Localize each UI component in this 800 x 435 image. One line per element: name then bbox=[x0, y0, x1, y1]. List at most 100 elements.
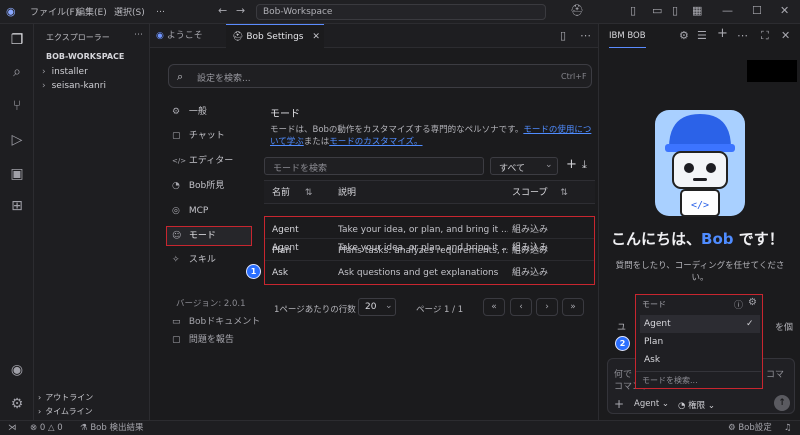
mode-selector-button[interactable]: Agent ⌄ bbox=[634, 399, 669, 409]
new-chat-icon[interactable]: + bbox=[717, 27, 728, 40]
workspace-root[interactable]: BOB-WORKSPACE bbox=[46, 52, 124, 61]
account-icon[interactable]: ◉ bbox=[7, 360, 27, 380]
bob-results-label: Bob 検出結果 bbox=[90, 423, 144, 433]
explorer-icon[interactable]: ❐ bbox=[7, 30, 27, 50]
maximize-icon[interactable]: ☐ bbox=[752, 5, 762, 17]
chevron-down-icon: ⌄ bbox=[385, 301, 393, 311]
source-control-icon[interactable]: ⑂ bbox=[7, 96, 27, 116]
tree-item-installer[interactable]: › installer bbox=[42, 67, 88, 77]
col-scope-header[interactable]: スコープ ⇅ bbox=[512, 181, 568, 205]
settings-search-shortcut: Ctrl+F bbox=[561, 72, 587, 81]
report-issue-link[interactable]: ▢ 問題を報告 bbox=[172, 330, 234, 350]
next-page-button[interactable]: › bbox=[536, 298, 558, 316]
close-panel-icon[interactable]: ✕ bbox=[781, 30, 790, 42]
settings-gear-icon[interactable]: ⚙ bbox=[679, 30, 689, 42]
tab-bob-settings[interactable]: ⛑ Bob Settings ✕ bbox=[226, 24, 324, 48]
layout-panel-icon[interactable]: ▭ bbox=[652, 5, 662, 17]
split-editor-icon[interactable]: ▯ bbox=[560, 30, 566, 42]
permissions-button[interactable]: ◔ 権限 ⌄ bbox=[678, 399, 715, 411]
tab-welcome[interactable]: ◉ ようこそ bbox=[150, 24, 224, 48]
layout-secondary-icon[interactable]: ▯ bbox=[672, 5, 678, 17]
add-context-icon[interactable]: + bbox=[614, 398, 624, 410]
nav-chat[interactable]: ▢ チャット bbox=[172, 126, 225, 146]
mode-usage-link[interactable]: モードの使用につ bbox=[523, 125, 591, 135]
dropdown-item-label: Plan bbox=[644, 337, 664, 347]
run-debug-icon[interactable]: ▷ bbox=[7, 130, 27, 150]
forward-arrow-icon[interactable]: → bbox=[236, 5, 245, 17]
timeline-section[interactable]: › タイムライン bbox=[38, 406, 93, 417]
nav-skills[interactable]: ✧ スキル bbox=[172, 250, 216, 270]
notifications-icon[interactable]: ♫ bbox=[784, 421, 792, 435]
outline-section[interactable]: › アウトライン bbox=[38, 392, 93, 403]
minimize-icon[interactable]: — bbox=[722, 5, 733, 17]
mode-customize-link[interactable]: モードのカスタマイズ。 bbox=[329, 137, 422, 147]
table-rows-highlight bbox=[264, 216, 595, 285]
settings-search-box[interactable]: ⌕ 設定を検索... Ctrl+F bbox=[168, 64, 592, 88]
mode-dropdown: モード ⓘ ⚙ Agent ✓ Plan Ask モードを検索... bbox=[635, 294, 763, 389]
dropdown-search[interactable]: モードを検索... bbox=[636, 371, 761, 387]
mode-usage-link-cont[interactable]: いて学ぶ bbox=[270, 137, 304, 147]
bob-icon[interactable]: ⛑ bbox=[570, 5, 584, 17]
docs-link[interactable]: ▭ Bobドキュメント bbox=[172, 312, 260, 332]
more-icon[interactable]: ⋯ bbox=[737, 30, 748, 42]
last-page-button[interactable]: » bbox=[562, 298, 584, 316]
menu-file[interactable]: ファイル(F) bbox=[30, 5, 78, 18]
col-name-header[interactable]: 名前 ⇅ bbox=[272, 181, 312, 205]
chevron-down-icon: ⌄ bbox=[545, 160, 553, 170]
bob-results-item[interactable]: ⚗ Bob 検出結果 bbox=[80, 421, 143, 435]
mode-desc-text: モードは、Bobの動作をカスタマイズする専門的なペルソナです。 bbox=[270, 125, 524, 135]
nav-label: チャット bbox=[188, 131, 225, 141]
import-mode-icon[interactable]: ⤓ bbox=[582, 159, 587, 171]
rows-per-page-select[interactable]: 20 ⌄ bbox=[358, 298, 396, 316]
dropdown-item-agent[interactable]: Agent ✓ bbox=[640, 315, 760, 333]
bob-settings-item[interactable]: ⚙ Bob設定 bbox=[728, 421, 772, 435]
search-icon[interactable]: ⌕ bbox=[7, 62, 27, 82]
bob-tab[interactable]: IBM BOB bbox=[609, 24, 646, 48]
mode-search-input[interactable]: モードを検索 bbox=[264, 157, 484, 175]
dropdown-item-plan[interactable]: Plan bbox=[640, 333, 760, 351]
nav-general[interactable]: ⚙ 一般 bbox=[172, 102, 207, 122]
explorer-more-icon[interactable]: ⋯ bbox=[134, 30, 143, 40]
more-actions-icon[interactable]: ⋯ bbox=[580, 30, 591, 42]
layout-sidebar-icon[interactable]: ▯ bbox=[630, 5, 636, 17]
sort-icon: ⇅ bbox=[304, 188, 313, 198]
back-arrow-icon[interactable]: ← bbox=[218, 5, 227, 17]
info-icon[interactable]: ⓘ bbox=[734, 298, 743, 311]
menu-more[interactable]: … bbox=[156, 5, 165, 15]
svg-text:</>: </> bbox=[691, 200, 709, 211]
prev-page-button[interactable]: ‹ bbox=[510, 298, 532, 316]
first-page-button[interactable]: « bbox=[483, 298, 505, 316]
mode-filter-select[interactable]: すべて ⌄ bbox=[490, 157, 558, 175]
nav-bob-findings[interactable]: ◔ Bob所見 bbox=[172, 176, 224, 196]
add-mode-icon[interactable]: + bbox=[566, 158, 577, 171]
problems-indicator[interactable]: ⊗ 0 △ 0 bbox=[30, 421, 63, 435]
layout-custom-icon[interactable]: ▦ bbox=[692, 5, 702, 17]
manage-gear-icon[interactable]: ⚙ bbox=[7, 394, 27, 414]
close-tab-icon[interactable]: ✕ bbox=[312, 32, 320, 42]
send-button[interactable]: ↑ bbox=[774, 395, 790, 411]
command-center-search[interactable]: Bob-Workspace bbox=[256, 4, 546, 20]
remote-explorer-icon[interactable]: ▣ bbox=[7, 164, 27, 184]
menu-edit[interactable]: 編集(E) bbox=[76, 5, 107, 18]
task-list-icon[interactable]: ☰ bbox=[697, 30, 707, 42]
skills-icon: ✧ bbox=[172, 255, 180, 265]
chat-icon: ▢ bbox=[172, 131, 181, 141]
nav-label: スキル bbox=[188, 255, 216, 265]
dropdown-item-ask[interactable]: Ask bbox=[640, 351, 760, 369]
nav-editor[interactable]: </> エディター bbox=[172, 151, 233, 171]
status-bar: ⋊ ⊗ 0 △ 0 ⚗ Bob 検出結果 ⚙ Bob設定 ♫ bbox=[0, 420, 800, 435]
explorer-sidebar: エクスプローラー ⋯ BOB-WORKSPACE › installer › sei… bbox=[34, 24, 150, 420]
nav-mode[interactable]: ☺ モード bbox=[172, 226, 216, 246]
nav-mcp[interactable]: ◎ MCP bbox=[172, 201, 208, 221]
menu-selection[interactable]: 選択(S) bbox=[114, 5, 145, 18]
dropdown-gear-icon[interactable]: ⚙ bbox=[748, 297, 757, 308]
dropdown-title: モード bbox=[642, 300, 666, 309]
tree-item-seisan-kanri[interactable]: › seisan-kanri bbox=[42, 81, 106, 91]
expand-icon[interactable]: ⛶ bbox=[761, 30, 769, 42]
close-window-icon[interactable]: ✕ bbox=[780, 5, 789, 17]
mcp-icon: ◎ bbox=[172, 206, 180, 216]
col-desc-header: 説明 bbox=[338, 188, 357, 198]
remote-icon[interactable]: ⋊ bbox=[8, 421, 17, 435]
greeting-post: です！ bbox=[733, 230, 784, 248]
extensions-icon[interactable]: ⊞ bbox=[7, 196, 27, 216]
